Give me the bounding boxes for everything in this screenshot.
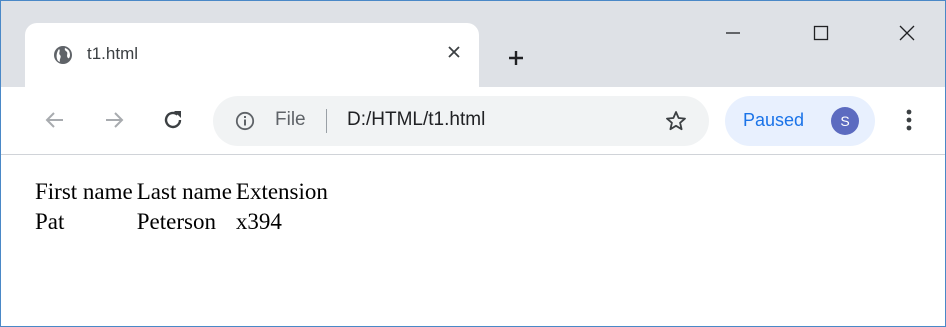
scheme-label: File bbox=[275, 109, 306, 130]
reload-icon[interactable] bbox=[156, 103, 190, 137]
new-tab-icon[interactable] bbox=[499, 41, 533, 75]
cell-last-name: Peterson bbox=[136, 209, 216, 234]
tab-strip: t1.html bbox=[1, 1, 945, 87]
table-header-row: First name Last name Extension bbox=[34, 178, 329, 206]
page-content: First name Last name Extension Pat Peter… bbox=[1, 155, 945, 326]
address-bar[interactable]: File D:/HTML/t1.html bbox=[213, 96, 709, 146]
globe-icon bbox=[53, 45, 73, 65]
forward-arrow-icon[interactable] bbox=[97, 103, 131, 137]
minimize-icon[interactable] bbox=[709, 15, 757, 51]
more-menu-icon[interactable] bbox=[897, 103, 921, 137]
tab-t1[interactable]: t1.html bbox=[25, 23, 479, 87]
tab-close-icon[interactable] bbox=[439, 37, 469, 67]
employee-table: First name Last name Extension Pat Peter… bbox=[32, 176, 331, 238]
column-header-extension: Extension bbox=[235, 179, 328, 204]
url-text[interactable]: D:/HTML/t1.html bbox=[347, 109, 485, 131]
browser-window: t1.html File D:/HTML/t1.html Paused S Fi… bbox=[0, 0, 946, 327]
avatar: S bbox=[831, 107, 859, 135]
column-header-last-name: Last name bbox=[136, 179, 232, 204]
address-divider bbox=[326, 109, 327, 133]
close-window-icon[interactable] bbox=[883, 15, 931, 51]
browser-toolbar: File D:/HTML/t1.html Paused S bbox=[1, 87, 945, 155]
cell-first-name: Pat bbox=[35, 209, 65, 234]
table-row: Pat Peterson x394 bbox=[34, 208, 329, 236]
cell-extension: x394 bbox=[235, 209, 282, 234]
bookmark-star-icon[interactable] bbox=[663, 108, 689, 134]
column-header-first-name: First name bbox=[35, 179, 133, 204]
profile-status: Paused bbox=[743, 110, 805, 130]
maximize-icon[interactable] bbox=[797, 15, 845, 51]
profile-button[interactable]: Paused S bbox=[725, 96, 875, 146]
info-icon[interactable] bbox=[235, 111, 255, 131]
back-arrow-icon[interactable] bbox=[38, 103, 72, 137]
tab-title: t1.html bbox=[87, 44, 139, 63]
